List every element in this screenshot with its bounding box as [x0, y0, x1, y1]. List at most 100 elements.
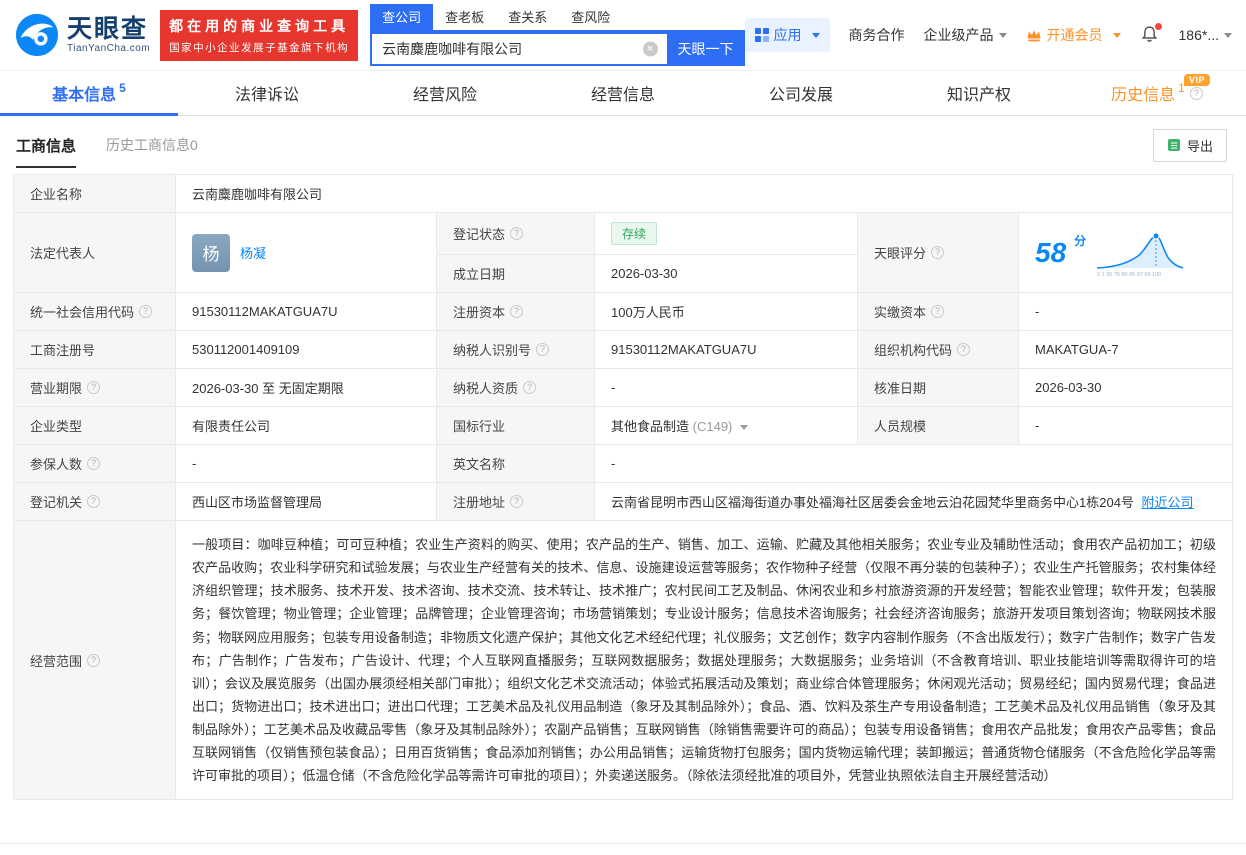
help-icon[interactable]: [510, 227, 523, 240]
reg-status-cell: 存续: [595, 213, 858, 255]
account-phone-menu[interactable]: 186*...: [1179, 27, 1232, 43]
promo-badge: 都在用的商业查询工具 国家中小企业发展子基金旗下机构: [160, 10, 358, 61]
tianyancha-logo-icon: [14, 12, 60, 58]
open-vip-label: 开通会员: [1047, 25, 1103, 45]
legal-rep-avatar[interactable]: 杨: [192, 234, 230, 272]
score-unit: 分: [1074, 232, 1086, 249]
staff-size-value: -: [1019, 407, 1233, 445]
help-icon[interactable]: [87, 495, 100, 508]
score-cell[interactable]: 58 分 0 1 35 75 80 85 97 99 100: [1019, 213, 1233, 293]
company-name-label: 企业名称: [14, 175, 176, 213]
export-label: 导出: [1187, 136, 1213, 155]
score-distribution-chart: 0 1 35 75 80 85 97 99 100: [1094, 228, 1186, 278]
caret-down-icon: [1113, 33, 1121, 38]
company-section-tabs: 基本信息 5 法律诉讼 经营风险 经营信息 公司发展 知识产权 VIP 历史信息…: [0, 70, 1246, 116]
industry-value-cell: 其他食品制造 (C149): [595, 407, 858, 445]
table-row: 企业类型 有限责任公司 国标行业 其他食品制造 (C149) 人员规模 -: [14, 407, 1233, 445]
establish-date-label: 成立日期: [437, 255, 595, 293]
search-tab-company[interactable]: 查公司: [370, 4, 433, 30]
search-tab-boss[interactable]: 查老板: [433, 4, 496, 30]
help-icon[interactable]: [931, 305, 944, 318]
search-button[interactable]: 天眼一下: [667, 32, 745, 66]
help-icon[interactable]: [87, 654, 100, 667]
search-row: 天眼一下: [370, 32, 744, 66]
table-row: 经营范围 一般项目：咖啡豆种植；可可豆种植；农业生产资料的购买、使用；农产品的生…: [14, 521, 1233, 800]
help-icon[interactable]: [931, 246, 944, 259]
enterprise-products-label: 企业级产品: [924, 27, 994, 43]
tab-count: 5: [119, 81, 126, 95]
export-button[interactable]: 导出: [1153, 129, 1227, 162]
reg-capital-value: 100万人民币: [595, 293, 858, 331]
table-row: 登记机关 西山区市场监督管理局 注册地址 云南省昆明市西山区福海街道办事处福海社…: [14, 483, 1233, 521]
reg-address-value: 云南省昆明市西山区福海街道办事处福海社区居委会金地云泊花园梵华里商务中心1栋20…: [611, 495, 1134, 510]
reg-number-value: 530112001409109: [176, 331, 437, 369]
subtab-history-business-info[interactable]: 历史工商信息0: [106, 135, 198, 155]
reg-address-label: 注册地址: [437, 483, 595, 521]
legal-rep-name-link[interactable]: 杨凝: [240, 243, 266, 262]
tab-label: 经营信息: [591, 81, 655, 105]
table-row: 企业名称 云南麋鹿咖啡有限公司: [14, 175, 1233, 213]
approval-date-label: 核准日期: [858, 369, 1019, 407]
reg-authority-value: 西山区市场监督管理局: [176, 483, 437, 521]
approval-date-value: 2026-03-30: [1019, 369, 1233, 407]
logo-title: 天眼查: [67, 16, 150, 44]
search-input[interactable]: [370, 32, 666, 66]
tab-operation-risk[interactable]: 经营风险: [356, 71, 534, 115]
reg-authority-label: 登记机关: [14, 483, 176, 521]
table-row: 参保人数 - 英文名称 -: [14, 445, 1233, 483]
help-icon[interactable]: [139, 305, 152, 318]
establish-date-value: 2026-03-30: [595, 255, 858, 293]
notification-bell-icon[interactable]: [1140, 25, 1160, 45]
help-icon[interactable]: [523, 381, 536, 394]
help-icon[interactable]: [510, 305, 523, 318]
business-info-table: 企业名称 云南麋鹿咖啡有限公司 法定代表人 杨 杨凝 登记状态 存续: [13, 174, 1233, 800]
logo-subtitle: TianYanCha.com: [67, 43, 150, 54]
subtab-label: 历史工商信息0: [106, 137, 198, 153]
open-vip-menu[interactable]: 开通会员: [1026, 25, 1121, 45]
tax-id-label: 纳税人识别号: [437, 331, 595, 369]
tab-operation-info[interactable]: 经营信息: [534, 71, 712, 115]
tab-legal-litigation[interactable]: 法律诉讼: [178, 71, 356, 115]
tab-company-development[interactable]: 公司发展: [712, 71, 890, 115]
tab-intellectual-property[interactable]: 知识产权: [890, 71, 1068, 115]
site-header: 天眼查 TianYanCha.com 都在用的商业查询工具 国家中小企业发展子基…: [0, 0, 1246, 70]
bottom-divider: [0, 843, 1246, 844]
table-row: 法定代表人 杨 杨凝 登记状态 存续 天眼评分: [14, 213, 1233, 255]
help-icon[interactable]: [510, 495, 523, 508]
tab-count: 1: [1178, 81, 1185, 95]
history-info-help-icon[interactable]: [1190, 87, 1203, 100]
tianyancha-logo[interactable]: 天眼查 TianYanCha.com: [14, 12, 150, 58]
business-coop-link[interactable]: 商务合作: [849, 25, 905, 45]
header-right: 应用 商务合作 企业级产品 开通会员 186*...: [745, 18, 1232, 52]
search-tab-relation[interactable]: 查关系: [496, 4, 559, 30]
tab-basic-info[interactable]: 基本信息 5: [0, 71, 178, 115]
status-badge: 存续: [611, 222, 657, 245]
company-type-label: 企业类型: [14, 407, 176, 445]
help-icon[interactable]: [87, 381, 100, 394]
table-row: 工商注册号 530112001409109 纳税人识别号 91530112MAK…: [14, 331, 1233, 369]
help-icon[interactable]: [536, 343, 549, 356]
legal-rep-cell: 杨 杨凝: [176, 213, 437, 293]
help-icon[interactable]: [87, 457, 100, 470]
business-term-value: 2026-03-30 至 无固定期限: [176, 369, 437, 407]
apps-menu[interactable]: 应用: [745, 18, 830, 52]
insured-count-value: -: [176, 445, 437, 483]
tab-label: 基本信息: [52, 81, 116, 105]
industry-code: (C149): [693, 419, 733, 434]
clear-input-icon[interactable]: [643, 42, 658, 57]
tab-history-info[interactable]: VIP 历史信息 1: [1068, 71, 1246, 115]
search-tab-risk[interactable]: 查风险: [559, 4, 622, 30]
english-name-label: 英文名称: [437, 445, 595, 483]
nearby-companies-link[interactable]: 附近公司: [1142, 495, 1194, 510]
paid-capital-label: 实缴资本: [858, 293, 1019, 331]
logo-text: 天眼查 TianYanCha.com: [67, 16, 150, 55]
chevron-down-icon[interactable]: [740, 425, 748, 430]
promo-badge-line1: 都在用的商业查询工具: [169, 16, 349, 36]
help-icon[interactable]: [957, 343, 970, 356]
tab-label: 知识产权: [947, 81, 1011, 105]
enterprise-products-menu[interactable]: 企业级产品: [924, 25, 1007, 45]
vip-badge: VIP: [1184, 74, 1210, 86]
score-label: 天眼评分: [858, 213, 1019, 293]
subtab-business-info[interactable]: 工商信息: [14, 129, 78, 162]
industry-value: 其他食品制造: [611, 419, 689, 434]
